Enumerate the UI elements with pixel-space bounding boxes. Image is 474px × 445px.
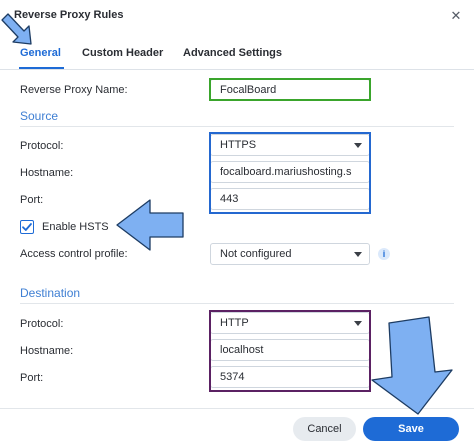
- tab-general[interactable]: General: [20, 47, 61, 59]
- arrow-to-save-icon: [371, 316, 453, 415]
- tab-custom-header[interactable]: Custom Header: [82, 47, 163, 59]
- destination-protocol-select[interactable]: HTTP: [210, 312, 370, 334]
- close-icon[interactable]: ✕: [449, 9, 463, 23]
- source-protocol-label: Protocol:: [20, 140, 64, 152]
- chevron-down-icon: [354, 252, 362, 257]
- source-port-input[interactable]: 443: [210, 188, 370, 210]
- checkmark-icon: [22, 223, 32, 231]
- cancel-button[interactable]: Cancel: [293, 417, 356, 441]
- destination-port-input[interactable]: 5374: [210, 366, 370, 388]
- destination-protocol-value: HTTP: [220, 317, 249, 329]
- destination-hostname-label: Hostname:: [20, 345, 74, 357]
- source-protocol-select[interactable]: HTTPS: [210, 134, 370, 156]
- tab-advanced-settings[interactable]: Advanced Settings: [183, 47, 282, 59]
- info-icon[interactable]: i: [378, 248, 390, 260]
- destination-hostname-input[interactable]: localhost: [210, 339, 370, 361]
- access-control-profile-label: Access control profile:: [20, 248, 128, 260]
- chevron-down-icon: [354, 321, 362, 326]
- destination-divider: [20, 303, 454, 304]
- save-button[interactable]: Save: [363, 417, 459, 441]
- enable-hsts-label: Enable HSTS: [42, 221, 109, 233]
- source-protocol-value: HTTPS: [220, 139, 257, 151]
- access-control-profile-value: Not configured: [220, 248, 292, 260]
- source-hostname-label: Hostname:: [20, 167, 74, 179]
- dialog-title: Reverse Proxy Rules: [14, 9, 124, 21]
- chevron-down-icon: [354, 143, 362, 148]
- source-section-heading: Source: [20, 109, 59, 123]
- source-port-label: Port:: [20, 194, 44, 206]
- reverse-proxy-name-input[interactable]: FocalBoard: [210, 79, 370, 101]
- source-divider: [20, 126, 454, 127]
- access-control-profile-select[interactable]: Not configured: [210, 243, 370, 265]
- footer-divider: [0, 408, 474, 409]
- tabs-divider: [0, 69, 474, 70]
- source-hostname-input[interactable]: focalboard.mariushosting.s: [210, 161, 370, 183]
- reverse-proxy-name-label: Reverse Proxy Name:: [20, 84, 128, 96]
- arrow-to-hsts-icon: [116, 199, 184, 251]
- enable-hsts-checkbox[interactable]: [20, 220, 34, 234]
- destination-port-label: Port:: [20, 372, 44, 384]
- destination-section-heading: Destination: [20, 286, 81, 300]
- destination-protocol-label: Protocol:: [20, 318, 64, 330]
